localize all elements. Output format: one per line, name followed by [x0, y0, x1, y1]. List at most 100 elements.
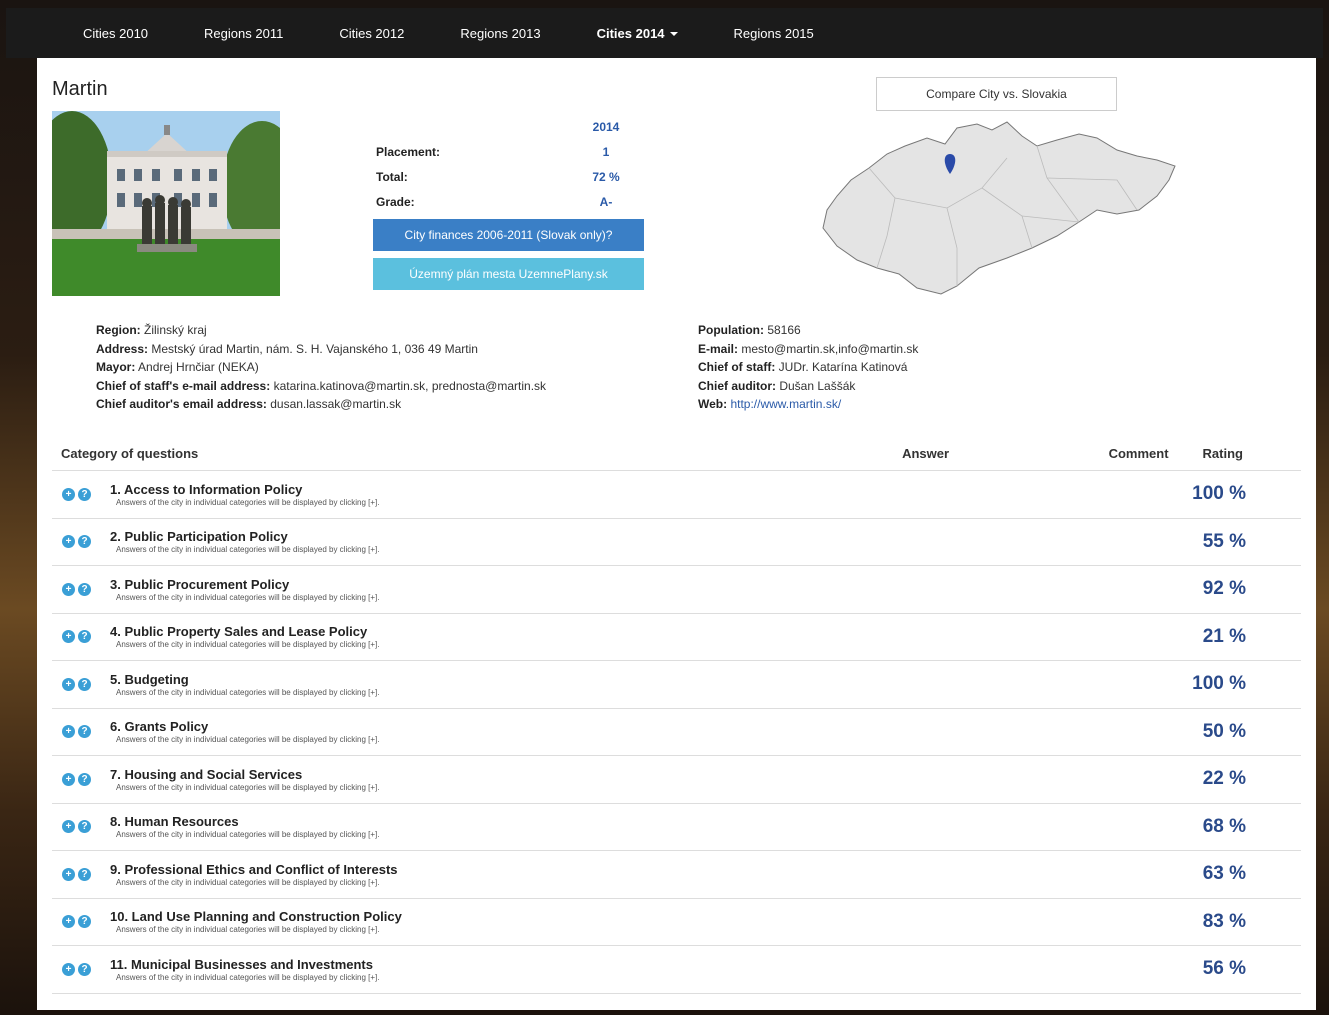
plus-circle-icon[interactable]: + [62, 630, 75, 644]
category-subtext: Answers of the city in individual catego… [116, 687, 380, 697]
row-icons: +? [52, 487, 110, 501]
category-title: 4. Public Property Sales and Lease Polic… [110, 624, 368, 640]
row-icons: +? [52, 725, 110, 739]
nav-item-label: Regions 2013 [460, 25, 541, 41]
nav-item-cities-2014[interactable]: Cities 2014 [569, 26, 706, 41]
compare-city-button[interactable]: Compare City vs. Slovakia [876, 77, 1117, 111]
category-rating: 100 % [1192, 673, 1246, 695]
city-photo [52, 111, 280, 296]
questions-table: Category of questions Answer Comment Rat… [52, 436, 1301, 994]
plus-circle-icon[interactable]: + [62, 772, 75, 786]
plus-circle-icon[interactable]: + [62, 582, 75, 596]
table-header: Category of questions Answer Comment Rat… [52, 436, 1301, 471]
row-icons: +? [52, 677, 110, 691]
category-title: 1. Access to Information Policy [110, 481, 303, 497]
grade-label: Grade: [376, 194, 415, 209]
info-row: Region: Žilinský kraj [96, 321, 546, 340]
question-circle-icon[interactable]: ? [78, 772, 91, 786]
question-circle-icon[interactable]: ? [78, 630, 91, 644]
question-text: 7. Housing and Social Services Answers of… [110, 767, 1096, 792]
info-value: Andrej Hrnčiar (NEKA) [135, 360, 259, 374]
info-value: katarina.katinova@martin.sk, prednosta@m… [270, 378, 547, 393]
category-subtext: Answers of the city in individual catego… [116, 925, 380, 935]
table-row: +? 3. Public Procurement Policy Answers of… [52, 566, 1301, 614]
question-circle-icon[interactable]: ? [78, 915, 91, 929]
nav-item-regions-2015[interactable]: Regions 2015 [706, 26, 842, 41]
question-text: 4. Public Property Sales and Lease Polic… [110, 624, 1096, 649]
category-subtext: Answers of the city in individual catego… [116, 592, 380, 602]
question-text: 10. Land Use Planning and Construction P… [110, 909, 1096, 934]
info-label: Chief auditor: [698, 378, 776, 393]
row-icons: +? [52, 915, 110, 929]
question-circle-icon[interactable]: ? [78, 535, 91, 549]
category-subtext: Answers of the city in individual catego… [116, 972, 380, 982]
table-row: +? 11. Municipal Businesses and Investmen… [52, 946, 1301, 994]
question-circle-icon[interactable]: ? [78, 582, 91, 596]
question-text: 1. Access to Information Policy Answers o… [110, 482, 1096, 507]
info-value: 58166 [764, 323, 801, 337]
plus-circle-icon[interactable]: + [62, 820, 75, 834]
category-rating: 100 % [1192, 483, 1246, 505]
category-rating: 22 % [1202, 768, 1246, 790]
category-subtext: Answers of the city in individual catego… [116, 497, 380, 507]
row-icons: +? [52, 630, 110, 644]
info-value: JUDr. Katarína Katinová [775, 360, 908, 374]
territorial-plan-button[interactable]: Územný plán mesta UzemnePlany.sk [373, 258, 644, 290]
info-row: Chief auditor's email address: dusan.las… [96, 395, 546, 414]
question-circle-icon[interactable]: ? [78, 867, 91, 881]
category-subtext: Answers of the city in individual catego… [116, 640, 380, 650]
nav-item-label: Regions 2011 [204, 25, 284, 41]
info-label: Chief of staff: [698, 360, 776, 374]
plus-circle-icon[interactable]: + [62, 962, 75, 976]
plus-circle-icon[interactable]: + [62, 677, 75, 691]
city-finances-button[interactable]: City finances 2006-2011 (Slovak only)? [373, 219, 644, 251]
info-value: mesto@martin.sk,info@martin.sk [738, 341, 919, 356]
info-row: Chief of staff's e-mail address: katarin… [96, 377, 546, 396]
plus-circle-icon[interactable]: + [62, 867, 75, 881]
plus-circle-icon[interactable]: + [62, 915, 75, 929]
nav-item-cities-2012[interactable]: Cities 2012 [311, 26, 432, 41]
header-rating: Rating [1202, 445, 1243, 461]
question-text: 11. Municipal Businesses and Investments… [110, 957, 1096, 982]
question-text: 8. Human Resources Answers of the city in… [110, 814, 1096, 839]
info-label: E-mail: [698, 341, 739, 356]
plus-circle-icon[interactable]: + [62, 487, 75, 501]
info-label: Chief of staff's e-mail address: [96, 378, 271, 393]
question-text: 3. Public Procurement Policy Answers of t… [110, 577, 1096, 602]
nav-item-regions-2011[interactable]: Regions 2011 [176, 26, 311, 41]
table-row: +? 8. Human Resources Answers of the city … [52, 804, 1301, 851]
category-subtext: Answers of the city in individual catego… [116, 545, 380, 555]
stats-table: 2014 Placement: 1 Total: 72 % Grade: A- [376, 114, 644, 214]
row-icons: +? [52, 582, 110, 596]
nav-item-label: Cities 2014 [596, 25, 665, 41]
category-rating: 83 % [1202, 910, 1246, 932]
stats-year: 2014 [592, 119, 620, 134]
question-circle-icon[interactable]: ? [78, 725, 91, 739]
question-circle-icon[interactable]: ? [78, 820, 91, 834]
row-icons: +? [52, 820, 110, 834]
web-link[interactable]: http://www.martin.sk/ [730, 397, 841, 411]
category-title: 2. Public Participation Policy [110, 529, 288, 545]
category-rating: 50 % [1202, 720, 1246, 742]
placement-label: Placement: [376, 144, 441, 159]
question-circle-icon[interactable]: ? [78, 962, 91, 976]
nav-item-regions-2013[interactable]: Regions 2013 [432, 26, 568, 41]
grade-value: A- [599, 194, 613, 209]
city-info-left: Region: Žilinský kraj Address: Mestský úr… [96, 321, 546, 414]
category-rating: 68 % [1202, 815, 1246, 837]
nav-item-cities-2010[interactable]: Cities 2010 [6, 26, 176, 41]
placement-value: 1 [602, 144, 610, 159]
category-rating: 56 % [1202, 958, 1246, 980]
plus-circle-icon[interactable]: + [62, 725, 75, 739]
question-circle-icon[interactable]: ? [78, 487, 91, 501]
info-row: Chief of staff: JUDr. Katarína Katinová [698, 358, 918, 377]
row-icons: +? [52, 535, 110, 549]
table-row: +? 4. Public Property Sales and Lease Pol… [52, 614, 1301, 661]
info-value: Mestský úrad Martin, nám. S. H. Vajanské… [148, 341, 478, 356]
total-label: Total: [376, 169, 408, 184]
plus-circle-icon[interactable]: + [62, 535, 75, 549]
table-row: +? 10. Land Use Planning and Construction… [52, 899, 1301, 946]
info-value: Dušan Laššák [776, 378, 856, 393]
info-row: Chief auditor: Dušan Laššák [698, 377, 918, 396]
question-circle-icon[interactable]: ? [78, 677, 91, 691]
